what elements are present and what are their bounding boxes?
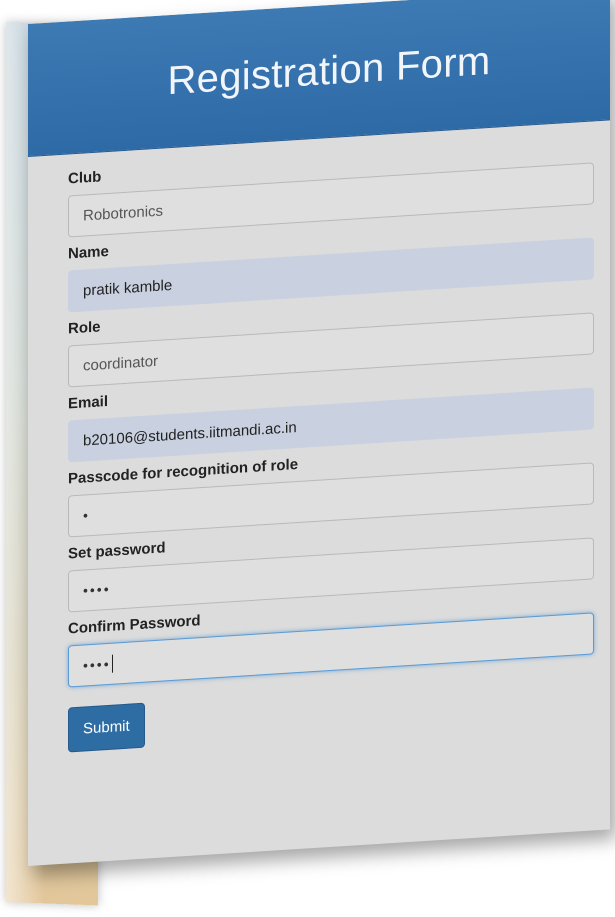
text-cursor (112, 654, 113, 673)
registration-form: Club Name Role Email Passcode for recogn… (28, 120, 610, 755)
screenshot-stage: Registration Form Club Name Role Email P… (0, 0, 615, 917)
registration-card: Registration Form Club Name Role Email P… (28, 0, 610, 866)
submit-button[interactable]: Submit (68, 702, 145, 753)
form-title: Registration Form (167, 38, 491, 103)
